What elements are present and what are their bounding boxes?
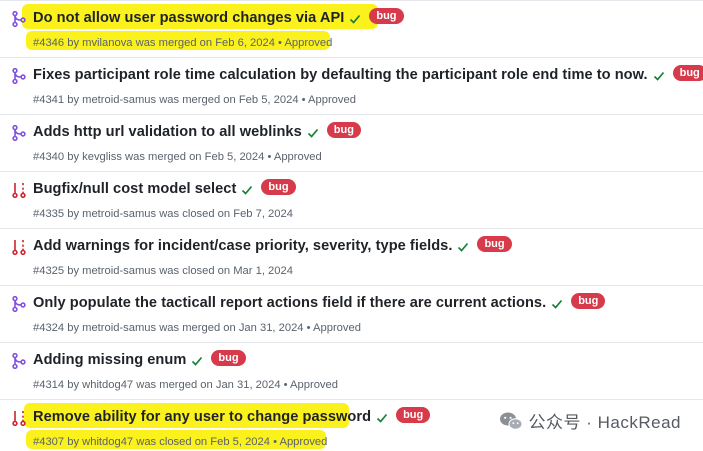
pull-request-row[interactable]: Adding missing enum bug #4314 by whitdog…: [0, 343, 703, 400]
bug-label[interactable]: bug: [477, 235, 512, 252]
git-merge-icon: [12, 125, 26, 141]
pull-request-list: Do not allow user password changes via A…: [0, 0, 703, 451]
check-icon[interactable]: [307, 127, 319, 139]
check-icon[interactable]: [349, 13, 361, 25]
check-icon[interactable]: [551, 298, 563, 310]
pull-request-meta: #4325 by metroid-samus was closed on Mar…: [33, 265, 293, 277]
bug-label[interactable]: bug: [396, 406, 431, 423]
pull-request-title[interactable]: Add warnings for incident/case priority,…: [33, 238, 452, 254]
watermark: 公众号 · HackRead: [499, 408, 681, 433]
git-merge-icon: [12, 353, 26, 369]
wechat-icon: [499, 412, 523, 430]
pull-request-title[interactable]: Do not allow user password changes via A…: [33, 10, 344, 26]
bug-label[interactable]: bug: [369, 7, 404, 24]
git-pull-request-closed-icon: [12, 240, 26, 255]
pull-request-title[interactable]: Bugfix/null cost model select: [33, 181, 236, 197]
check-icon[interactable]: [241, 184, 253, 196]
pull-request-row[interactable]: Do not allow user password changes via A…: [0, 1, 703, 58]
git-pull-request-closed-icon: [12, 411, 26, 426]
pull-request-row[interactable]: Adds http url validation to all weblinks…: [0, 115, 703, 172]
pull-request-meta: #4346 by mvilanova was merged on Feb 6, …: [33, 37, 333, 49]
check-icon[interactable]: [376, 412, 388, 424]
check-icon[interactable]: [653, 70, 665, 82]
bug-label[interactable]: bug: [211, 349, 246, 366]
pull-request-meta: #4341 by metroid-samus was merged on Feb…: [33, 94, 356, 106]
git-pull-request-closed-icon: [12, 183, 26, 198]
git-merge-icon: [12, 11, 26, 27]
pull-request-title[interactable]: Only populate the tacticall report actio…: [33, 295, 546, 311]
git-merge-icon: [12, 68, 26, 84]
pull-request-meta: #4324 by metroid-samus was merged on Jan…: [33, 322, 361, 334]
pull-request-row[interactable]: Only populate the tacticall report actio…: [0, 286, 703, 343]
pull-request-title[interactable]: Adding missing enum: [33, 352, 186, 368]
pull-request-title[interactable]: Adds http url validation to all weblinks: [33, 124, 302, 140]
pull-request-meta: #4335 by metroid-samus was closed on Feb…: [33, 208, 293, 220]
bug-label[interactable]: bug: [571, 292, 606, 309]
pull-request-meta: #4307 by whitdog47 was closed on Feb 5, …: [33, 436, 328, 448]
pull-request-title[interactable]: Fixes participant role time calculation …: [33, 67, 648, 83]
check-icon[interactable]: [191, 355, 203, 367]
bug-label[interactable]: bug: [672, 64, 703, 81]
pull-request-meta: #4314 by whitdog47 was merged on Jan 31,…: [33, 379, 338, 391]
bug-label[interactable]: bug: [326, 121, 361, 138]
pull-request-row[interactable]: Fixes participant role time calculation …: [0, 58, 703, 115]
git-merge-icon: [12, 296, 26, 312]
watermark-text: 公众号 · HackRead: [528, 413, 681, 432]
check-icon[interactable]: [457, 241, 469, 253]
pull-request-meta: #4340 by kevgliss was merged on Feb 5, 2…: [33, 151, 322, 163]
pull-request-row[interactable]: Add warnings for incident/case priority,…: [0, 229, 703, 286]
bug-label[interactable]: bug: [261, 178, 296, 195]
pull-request-title[interactable]: Remove ability for any user to change pa…: [33, 409, 371, 425]
pull-request-row[interactable]: Bugfix/null cost model select bug #4335 …: [0, 172, 703, 229]
